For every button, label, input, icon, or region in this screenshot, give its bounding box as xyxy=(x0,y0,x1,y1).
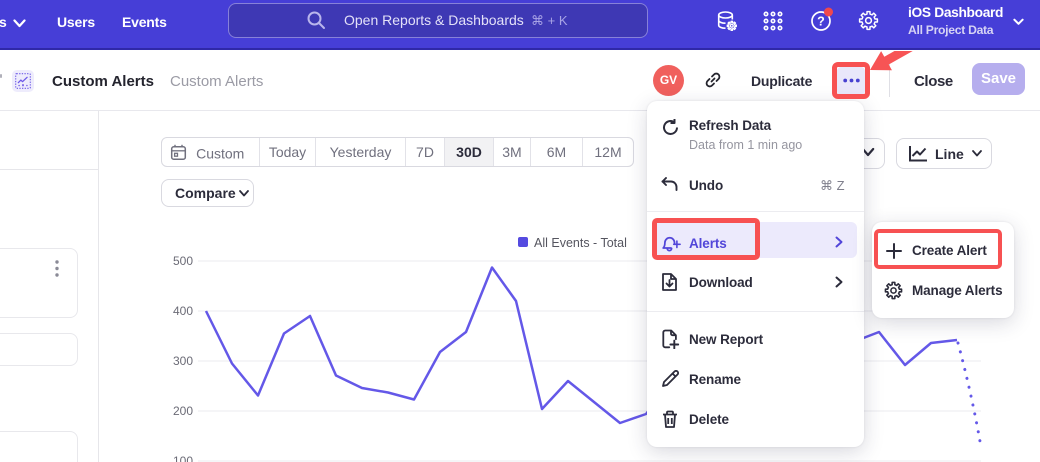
svg-text:100: 100 xyxy=(173,454,193,462)
svg-text:200: 200 xyxy=(173,404,193,418)
svg-text:400: 400 xyxy=(173,304,193,318)
svg-text:500: 500 xyxy=(173,254,193,268)
svg-text:All Events - Total: All Events - Total xyxy=(534,236,627,250)
svg-text:?: ? xyxy=(817,15,825,29)
svg-text:300: 300 xyxy=(173,354,193,368)
